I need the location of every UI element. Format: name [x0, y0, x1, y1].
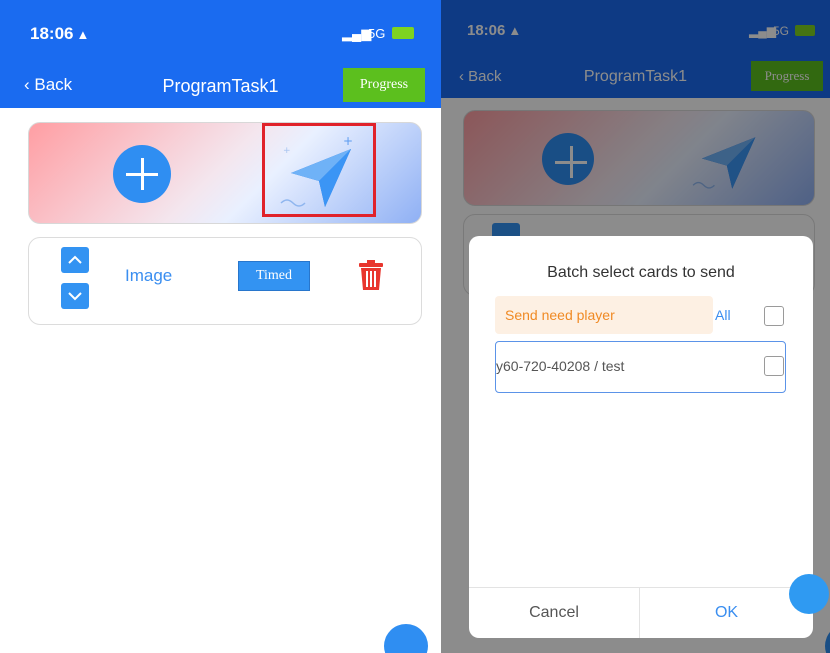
battery-icon [392, 27, 414, 39]
need-player-notice: Send need player [495, 296, 713, 334]
chevron-down-icon [68, 292, 82, 301]
person-icon: ▲ [76, 27, 90, 42]
status-time-wrap: 18:06 ▲ [30, 24, 89, 44]
trash-icon[interactable] [358, 259, 384, 291]
progress-button[interactable]: Progress [343, 68, 425, 102]
program-item-card: Image Timed [28, 237, 422, 325]
select-all-checkbox[interactable] [764, 306, 784, 326]
signal-icon: ▂▄▆ [342, 26, 372, 41]
dialog-footer: Cancel OK [469, 587, 813, 638]
floating-action-button[interactable] [384, 624, 428, 653]
floating-action-button-dialog[interactable] [789, 574, 829, 614]
move-up-button[interactable] [61, 247, 89, 273]
batch-send-dialog: Batch select cards to send Send need pla… [469, 236, 813, 638]
left-screen: 18:06 ▲ ▂▄▆ 5G ‹ Back ProgramTask1 Progre… [0, 0, 441, 653]
card-checkbox[interactable] [764, 356, 784, 376]
timed-button[interactable]: Timed [238, 261, 310, 291]
cancel-button[interactable]: Cancel [469, 588, 640, 638]
ok-button[interactable]: OK [640, 588, 813, 638]
dialog-title: Batch select cards to send [547, 264, 735, 281]
highlight-box [262, 123, 376, 217]
select-all-label: All [715, 307, 731, 323]
nav-bar: ‹ Back ProgramTask1 Progress [0, 64, 441, 108]
right-screen: 18:06 ▲ ▂▄▆ 5G ‹ Back ProgramTask1 Progre… [441, 0, 830, 653]
network-label: 5G [368, 26, 386, 41]
card-label: y60-720-40208 / test [496, 358, 625, 374]
action-banner: + + [28, 122, 422, 224]
item-type-label: Image [125, 266, 173, 285]
card-row[interactable]: y60-720-40208 / test [495, 341, 786, 393]
status-time: 18:06 [30, 24, 74, 43]
move-down-button[interactable] [61, 283, 89, 309]
status-bar: 18:06 ▲ ▂▄▆ 5G [0, 0, 441, 64]
chevron-up-icon [68, 255, 82, 264]
add-program-button[interactable] [113, 145, 171, 203]
